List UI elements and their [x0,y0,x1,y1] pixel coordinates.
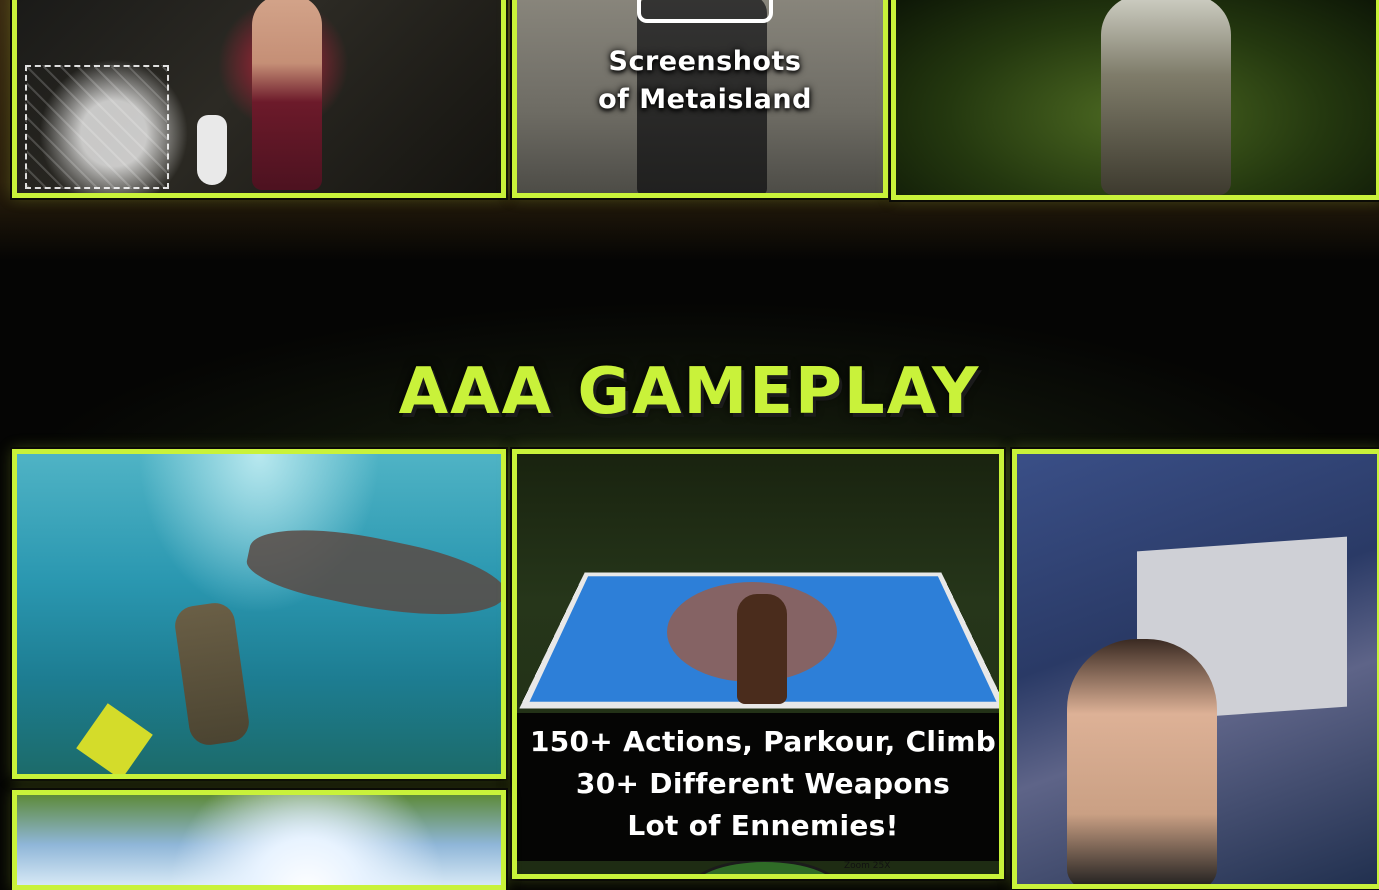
gameplay-features-caption: 150+ Actions, Parkour, Climb 30+ Differe… [517,713,999,861]
zoom-label: Zoom 25X [844,861,891,871]
diver-figure [172,600,252,748]
caption-line-actions: 150+ Actions, Parkour, Climb [529,725,997,758]
guitar-prop [197,115,227,185]
screenshots-caption-line2: of Metaisland [598,84,812,115]
camera-icon [637,0,773,23]
screenshot-image [17,0,501,193]
screenshot-tile-character-room[interactable] [12,0,506,198]
caption-line-enemies: Lot of Ennemies! [627,809,899,842]
screenshot-image [17,795,501,885]
screenshots-caption-line1: Screenshots [608,46,802,77]
section-title: AAA GAMEPLAY [398,355,981,429]
climber-figure [1067,639,1217,884]
gameplay-tile-cliff[interactable] [12,790,506,890]
screenshot-image [896,0,1376,195]
robot-figure [1101,0,1231,195]
gameplay-tile-underwater[interactable] [12,449,506,779]
gameplay-tile-climbing[interactable] [1012,449,1379,889]
fighter-figure [737,594,787,704]
caption-line-weapons: 30+ Different Weapons [575,767,951,800]
spiderweb-lights-decoration [25,65,169,189]
screenshots-link-tile[interactable]: Screenshots of Metaisland [512,0,888,198]
sea-creature [242,512,501,636]
gameplay-tile-boxing-ring[interactable]: 150+ Actions, Parkour, Climb 30+ Differe… [512,449,1004,879]
weapon-scope-view [687,859,843,874]
screenshots-caption: Screenshots of Metaisland [517,43,883,119]
screenshot-image [17,454,501,774]
screenshot-image [1017,454,1377,884]
screenshot-tile-robot[interactable] [891,0,1379,200]
character-figure [252,0,322,190]
crystal-pickup [76,703,153,774]
